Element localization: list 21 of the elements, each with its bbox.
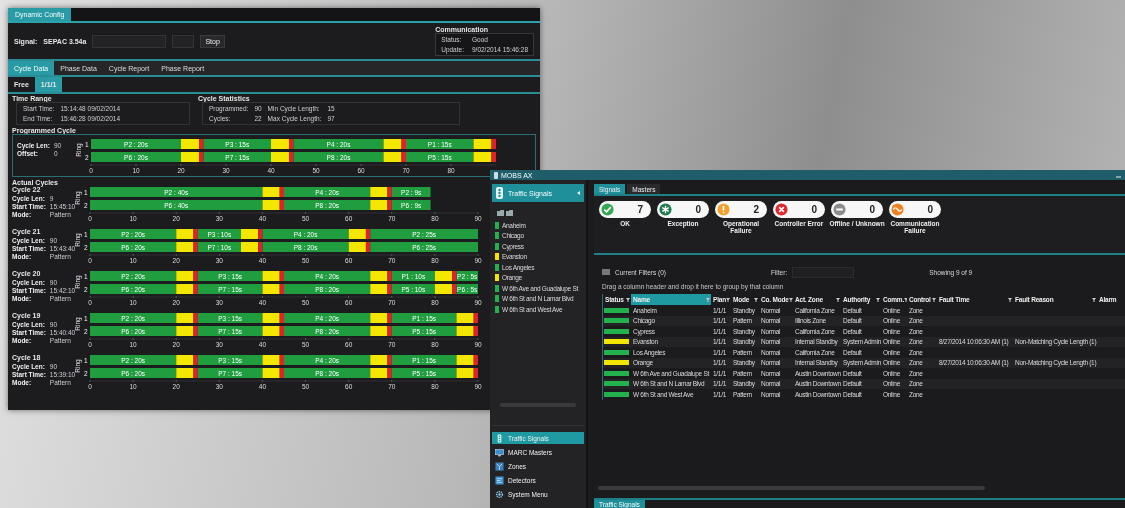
status-card[interactable]: 0	[831, 201, 883, 218]
detector-icon	[495, 475, 504, 485]
traffic-light-icon	[495, 433, 504, 443]
status-count: 7	[637, 204, 643, 215]
traffic-light-icon	[496, 187, 503, 199]
status-card[interactable]: 0	[889, 201, 941, 218]
collapse-icon[interactable]	[577, 191, 580, 195]
settings-icon	[495, 489, 504, 499]
status-card[interactable]: 2	[715, 201, 767, 218]
map-icon	[495, 461, 504, 471]
status-count: 0	[811, 204, 817, 215]
status-count: 0	[927, 204, 933, 215]
status-card[interactable]: 7	[599, 201, 651, 218]
status-count: 0	[869, 204, 875, 215]
status-card[interactable]: 0	[773, 201, 825, 218]
status-card[interactable]: 0	[657, 201, 709, 218]
filter-icon[interactable]	[788, 297, 793, 302]
monitor-icon	[495, 447, 504, 457]
traffic-light-icon	[494, 171, 498, 179]
status-count: 2	[753, 204, 759, 215]
status-count: 0	[695, 204, 701, 215]
